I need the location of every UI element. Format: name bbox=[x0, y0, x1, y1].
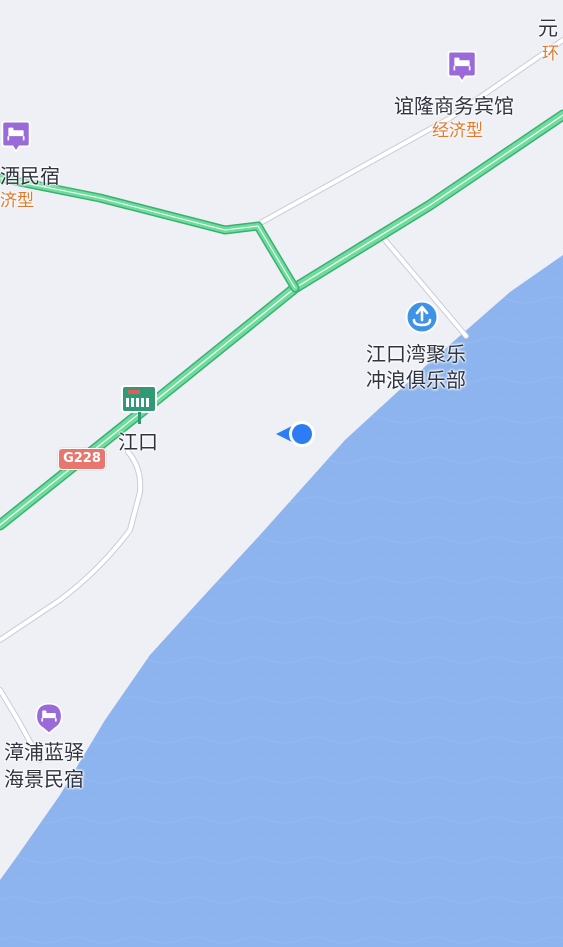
hotel-icon[interactable] bbox=[445, 50, 479, 84]
poi-jiangkou-station-name[interactable]: 江口 bbox=[118, 428, 158, 456]
bus-station-icon[interactable] bbox=[120, 384, 160, 426]
poi-left-hotel-name[interactable]: 酒民宿 bbox=[0, 162, 60, 190]
location-dot-icon[interactable] bbox=[274, 418, 320, 450]
hotel-icon[interactable] bbox=[0, 120, 33, 154]
poi-surf-club-name-line1[interactable]: 江口湾聚乐 bbox=[366, 340, 466, 368]
poi-top-right-category: 环 bbox=[542, 44, 559, 64]
poi-yilong-hotel-category: 经济型 bbox=[432, 121, 483, 141]
poi-top-right-name: 元 bbox=[538, 16, 558, 40]
surf-icon[interactable] bbox=[405, 300, 439, 334]
poi-zhangpu-inn-name-line1[interactable]: 漳浦蓝驿 bbox=[4, 738, 84, 766]
poi-left-hotel-category: 济型 bbox=[0, 191, 34, 211]
poi-surf-club-name-line2[interactable]: 冲浪俱乐部 bbox=[366, 366, 466, 394]
poi-yilong-hotel-name[interactable]: 谊隆商务宾馆 bbox=[394, 92, 514, 120]
hotel-icon[interactable] bbox=[32, 702, 66, 736]
poi-zhangpu-inn-name-line2[interactable]: 海景民宿 bbox=[4, 765, 84, 793]
road-shield-g228: G228 bbox=[58, 448, 106, 470]
